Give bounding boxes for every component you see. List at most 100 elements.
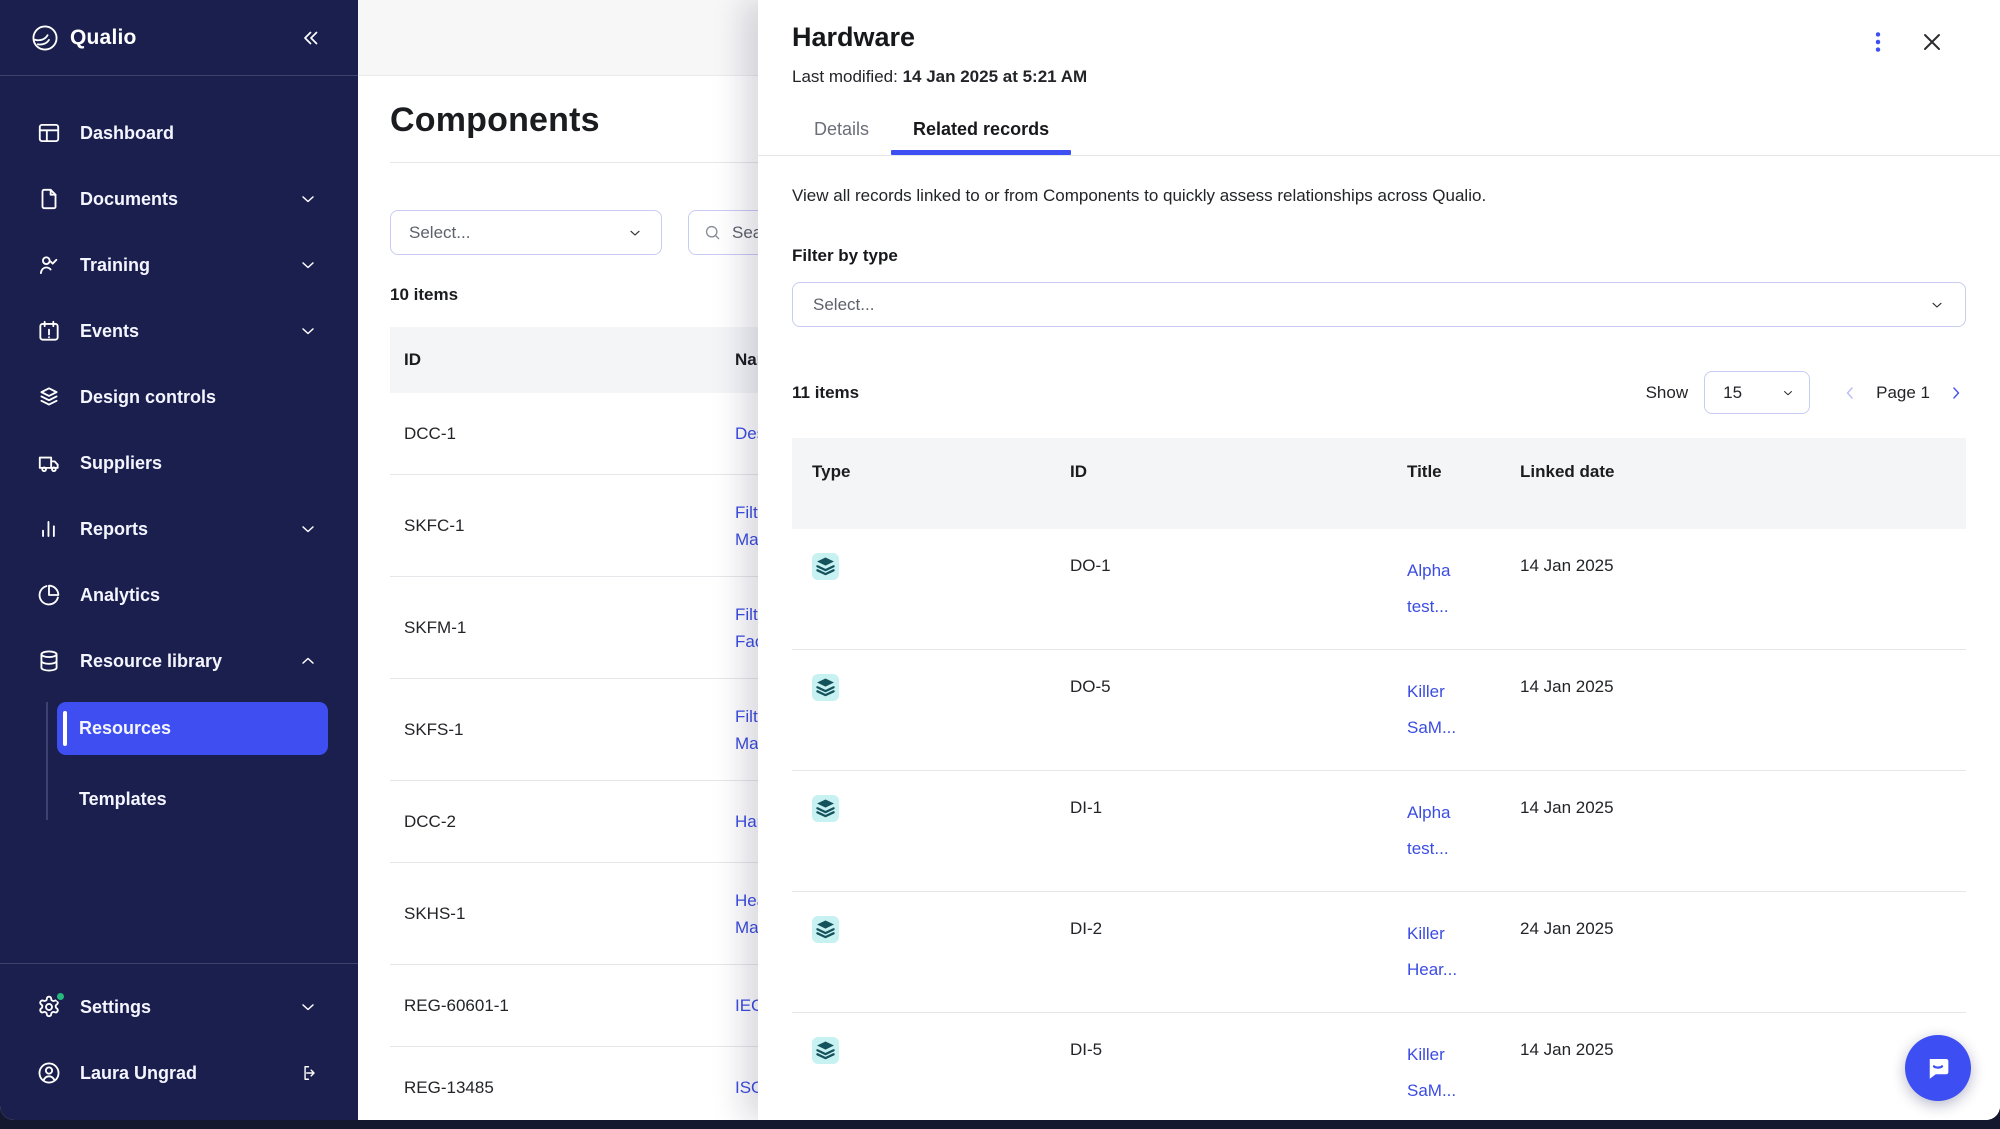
sidebar-item-suppliers[interactable]: Suppliers	[0, 430, 358, 496]
divider	[758, 155, 2000, 156]
record-id: DI-1	[1050, 795, 1387, 867]
select-placeholder: Select...	[409, 223, 470, 243]
settings-notification-dot	[55, 991, 66, 1002]
kebab-menu-icon[interactable]	[1864, 28, 1892, 56]
calendar-icon	[36, 318, 62, 344]
sidebar-item-resource-library[interactable]: Resource library	[0, 628, 358, 694]
component-id: REG-13485	[404, 1078, 735, 1098]
type-filter-select[interactable]: Select...	[792, 282, 1966, 327]
logo-text: Qualio	[70, 26, 137, 50]
related-records-table: Type ID Title Linked date DO-1Alphatest.…	[792, 438, 1966, 1120]
design-controls-icon	[812, 553, 839, 580]
next-page-icon[interactable]	[1946, 383, 1966, 403]
record-id: DO-5	[1050, 674, 1387, 746]
chevron-down-icon	[627, 225, 643, 241]
record-id: DI-2	[1050, 916, 1387, 988]
sidebar-item-label: Reports	[80, 519, 148, 540]
sidebar-item-events[interactable]: Events	[0, 298, 358, 364]
record-title-link[interactable]: test...	[1407, 589, 1500, 625]
last-modified-value: 14 Jan 2025 at 5:21 AM	[903, 67, 1088, 86]
sidebar-footer: Settings Laura Ungrad	[0, 963, 358, 1120]
chevron-up-icon	[298, 651, 318, 671]
sidebar-item-label: Events	[80, 321, 139, 342]
component-id: DCC-2	[404, 812, 735, 832]
last-modified: Last modified: 14 Jan 2025 at 5:21 AM	[792, 67, 1966, 87]
component-id: SKFS-1	[404, 720, 735, 740]
sidebar-item-templates[interactable]: Templates	[57, 773, 328, 826]
table-row: DO-5 KillerSaM...14 Jan 2025	[792, 650, 1966, 771]
user-name: Laura Ungrad	[80, 1063, 197, 1084]
pie-chart-icon	[36, 582, 62, 608]
hardware-drawer: Hardware Last modified: 14 Jan 2025 at 5…	[758, 0, 2000, 1120]
linked-date: 14 Jan 2025	[1500, 674, 1966, 746]
linked-date: 24 Jan 2025	[1500, 916, 1966, 988]
record-id: DI-5	[1050, 1037, 1387, 1109]
sidebar-nav: Dashboard Documents Training Events Design c…	[0, 76, 358, 826]
sidebar-item-training[interactable]: Training	[0, 232, 358, 298]
chat-bubble-icon	[1920, 1050, 1956, 1086]
sidebar-item-design-controls[interactable]: Design controls	[0, 364, 358, 430]
tab-details[interactable]: Details	[792, 119, 891, 155]
sidebar-item-label: Design controls	[80, 387, 216, 408]
truck-icon	[36, 450, 62, 476]
chat-launcher-button[interactable]	[1905, 1035, 1971, 1101]
show-label: Show	[1646, 383, 1689, 403]
sidebar: Qualio DashboardDocumentsTrainingEventsD…	[0, 0, 358, 1120]
linked-date: 14 Jan 2025	[1500, 795, 1966, 867]
sidebar-item-label: Resources	[79, 718, 171, 739]
design-controls-icon	[812, 674, 839, 701]
component-id: DCC-1	[404, 424, 735, 444]
record-title-link[interactable]: SaM...	[1407, 1073, 1500, 1109]
tab-related-records[interactable]: Related records	[891, 119, 1071, 155]
related-records-table-header: Type ID Title Linked date	[792, 438, 1966, 529]
database-icon	[36, 648, 62, 674]
sidebar-item-reports[interactable]: Reports	[0, 496, 358, 562]
sidebar-item-label: Resource library	[80, 651, 222, 672]
chevron-down-icon	[298, 189, 318, 209]
qualio-logo-icon	[30, 23, 60, 53]
table-row: DO-1Alphatest...14 Jan 2025	[792, 529, 1966, 650]
close-icon[interactable]	[1918, 28, 1946, 56]
submenu-rail	[46, 702, 48, 820]
record-title-link[interactable]: Alpha	[1407, 795, 1500, 831]
gear-icon	[36, 994, 62, 1020]
sidebar-item-documents[interactable]: Documents	[0, 166, 358, 232]
record-title-link[interactable]: Killer	[1407, 916, 1500, 952]
layers-icon	[36, 384, 62, 410]
record-title-link[interactable]: Killer	[1407, 1037, 1500, 1073]
record-title-link[interactable]: Hear...	[1407, 952, 1500, 988]
document-icon	[36, 186, 62, 212]
sidebar-item-settings[interactable]: Settings	[0, 974, 358, 1040]
record-title-link[interactable]: Killer	[1407, 674, 1500, 710]
chevron-down-icon	[1781, 386, 1795, 400]
design-controls-icon	[812, 916, 839, 943]
filter-by-type-label: Filter by type	[792, 246, 1966, 266]
bar-chart-icon	[36, 516, 62, 542]
record-title-link[interactable]: SaM...	[1407, 710, 1500, 746]
sidebar-item-resources[interactable]: Resources	[57, 702, 328, 755]
table-row: DI-1 Alphatest...14 Jan 2025	[792, 771, 1966, 892]
sidebar-item-label: Suppliers	[80, 453, 162, 474]
components-filter-select[interactable]: Select...	[390, 210, 662, 255]
dashboard-icon	[36, 120, 62, 146]
drawer-title: Hardware	[792, 22, 915, 53]
column-header-type: Type	[792, 462, 1050, 529]
sidebar-item-dashboard[interactable]: Dashboard	[0, 100, 358, 166]
sidebar-item-label: Documents	[80, 189, 178, 210]
sidebar-item-user[interactable]: Laura Ungrad	[0, 1040, 358, 1106]
select-placeholder: Select...	[813, 295, 874, 315]
design-controls-icon	[812, 1037, 839, 1064]
page-indicator: Page 1	[1876, 383, 1930, 403]
chevron-down-icon	[298, 519, 318, 539]
previous-page-icon[interactable]	[1840, 383, 1860, 403]
page-size-value: 15	[1723, 383, 1742, 403]
user-avatar-icon	[36, 1060, 62, 1086]
record-title-link[interactable]: Alpha	[1407, 553, 1500, 589]
collapse-sidebar-icon[interactable]	[298, 26, 322, 50]
logout-icon[interactable]	[298, 1063, 318, 1083]
sidebar-item-analytics[interactable]: Analytics	[0, 562, 358, 628]
record-title-link[interactable]: test...	[1407, 831, 1500, 867]
page-size-select[interactable]: 15	[1704, 371, 1810, 414]
column-header-id: ID	[404, 350, 735, 370]
record-id: DO-1	[1050, 553, 1387, 625]
